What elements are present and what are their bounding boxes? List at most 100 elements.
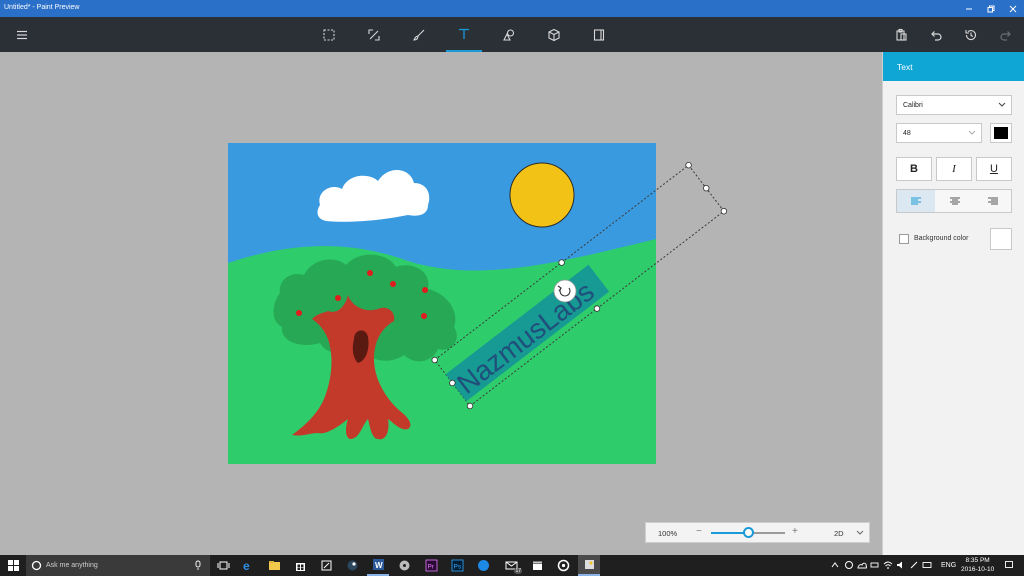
movies-button[interactable] xyxy=(526,555,548,576)
groove-button[interactable] xyxy=(552,555,574,576)
font-size-value: 48 xyxy=(903,130,911,137)
paste-button[interactable] xyxy=(883,17,919,52)
app-button-2[interactable] xyxy=(393,555,415,576)
undo-icon xyxy=(931,30,942,41)
battery-icon[interactable] xyxy=(870,560,880,570)
zoom-in-button[interactable]: + xyxy=(792,526,798,537)
text-tool-button[interactable] xyxy=(446,17,482,52)
mail-button[interactable]: 17 xyxy=(500,555,522,576)
store-button[interactable] xyxy=(289,555,311,576)
properties-panel: Text Calibri 48 B I U Background color xyxy=(882,52,1024,555)
zoom-percent[interactable]: 100% xyxy=(658,529,677,538)
app-button-1[interactable] xyxy=(315,555,337,576)
brush-tool-button[interactable] xyxy=(401,17,437,52)
groove-icon xyxy=(557,559,569,572)
toolbar xyxy=(0,17,1024,52)
close-icon xyxy=(1009,5,1017,12)
clock-date: 2016-10-10 xyxy=(961,566,995,573)
file-explorer-button[interactable] xyxy=(263,555,285,576)
clock[interactable]: 8:35 PM 2016-10-10 xyxy=(961,556,994,574)
messenger-icon xyxy=(477,560,489,571)
chevron-up-icon[interactable] xyxy=(831,561,839,569)
chevron-down-icon[interactable] xyxy=(856,530,864,536)
background-color-swatch[interactable] xyxy=(990,228,1012,250)
zoom-slider-thumb[interactable] xyxy=(743,527,754,538)
history-button[interactable] xyxy=(953,17,989,52)
task-view-icon xyxy=(217,561,229,570)
panel-title: Text xyxy=(883,52,1024,81)
photoshop-icon: Ps xyxy=(451,559,463,572)
shapes-icon xyxy=(503,28,515,41)
edge-button[interactable]: e xyxy=(237,555,259,576)
action-center-icon[interactable] xyxy=(1004,560,1014,570)
minimize-button[interactable] xyxy=(958,0,980,17)
close-button[interactable] xyxy=(1002,0,1024,17)
premiere-button[interactable]: Pr xyxy=(420,555,442,576)
font-color-button[interactable] xyxy=(990,123,1012,143)
zoom-bar: 100% − + 2D xyxy=(645,522,870,543)
volume-icon[interactable] xyxy=(896,560,906,570)
search-box[interactable]: Ask me anything xyxy=(26,555,210,576)
align-right-button[interactable] xyxy=(974,190,1012,212)
tray-icon-1[interactable] xyxy=(844,560,854,570)
search-placeholder: Ask me anything xyxy=(46,562,98,569)
3d-objects-button[interactable] xyxy=(536,17,572,52)
paint-icon xyxy=(584,560,594,569)
canvas-tool-button[interactable] xyxy=(581,17,617,52)
align-center-button[interactable] xyxy=(935,190,974,212)
store-icon xyxy=(295,563,305,571)
title-bar: Untitled* - Paint Preview xyxy=(0,0,1024,17)
photoshop-button[interactable]: Ps xyxy=(446,555,468,576)
chevron-down-icon xyxy=(998,102,1006,107)
zoom-out-button[interactable]: − xyxy=(696,526,702,537)
minimize-icon xyxy=(966,8,972,9)
background-color-checkbox[interactable] xyxy=(899,234,909,244)
paint-preview-button[interactable] xyxy=(578,555,600,576)
zoom-slider-track[interactable] xyxy=(711,527,785,538)
italic-button[interactable]: I xyxy=(936,157,972,181)
start-button[interactable] xyxy=(2,555,24,576)
text-icon xyxy=(459,28,469,39)
word-button[interactable]: W xyxy=(367,555,389,576)
shapes-tool-button[interactable] xyxy=(491,17,527,52)
drawing xyxy=(228,143,656,464)
restore-icon xyxy=(987,5,995,12)
disc-icon xyxy=(399,560,409,571)
paste-icon xyxy=(896,28,907,41)
menu-button[interactable] xyxy=(4,17,40,52)
chevron-down-icon xyxy=(968,130,976,135)
pen-icon[interactable] xyxy=(909,560,919,570)
select-tool-button[interactable] xyxy=(311,17,347,52)
underline-button[interactable]: U xyxy=(976,157,1012,181)
svg-text:Pr: Pr xyxy=(427,564,434,571)
view-mode-value[interactable]: 2D xyxy=(834,529,844,538)
word-icon: W xyxy=(372,559,384,570)
svg-text:W: W xyxy=(375,561,383,570)
clapper-icon xyxy=(532,561,542,570)
bold-button[interactable]: B xyxy=(896,157,932,181)
messenger-button[interactable] xyxy=(472,555,494,576)
drawing-canvas[interactable] xyxy=(228,143,656,464)
font-family-dropdown[interactable]: Calibri xyxy=(896,95,1012,115)
brush-icon xyxy=(413,29,425,41)
network-icon[interactable] xyxy=(883,560,893,570)
keyboard-icon[interactable] xyxy=(922,560,932,570)
crop-tool-button[interactable] xyxy=(356,17,392,52)
premiere-icon: Pr xyxy=(425,559,437,572)
redo-button[interactable] xyxy=(988,17,1024,52)
onedrive-icon[interactable] xyxy=(857,560,867,570)
window-app-icon xyxy=(321,560,331,571)
mail-badge: 17 xyxy=(514,568,522,574)
microphone-icon xyxy=(195,560,201,570)
language-indicator[interactable]: ENG xyxy=(941,562,956,569)
font-family-value: Calibri xyxy=(903,102,923,109)
undo-button[interactable] xyxy=(918,17,954,52)
align-left-icon xyxy=(911,197,921,205)
background-color-label: Background color xyxy=(914,235,969,242)
restore-button[interactable] xyxy=(980,0,1002,17)
task-view-button[interactable] xyxy=(212,555,234,576)
font-size-dropdown[interactable]: 48 xyxy=(896,123,982,143)
steam-button[interactable] xyxy=(341,555,363,576)
align-center-icon xyxy=(949,197,960,205)
align-left-button[interactable] xyxy=(897,190,935,212)
